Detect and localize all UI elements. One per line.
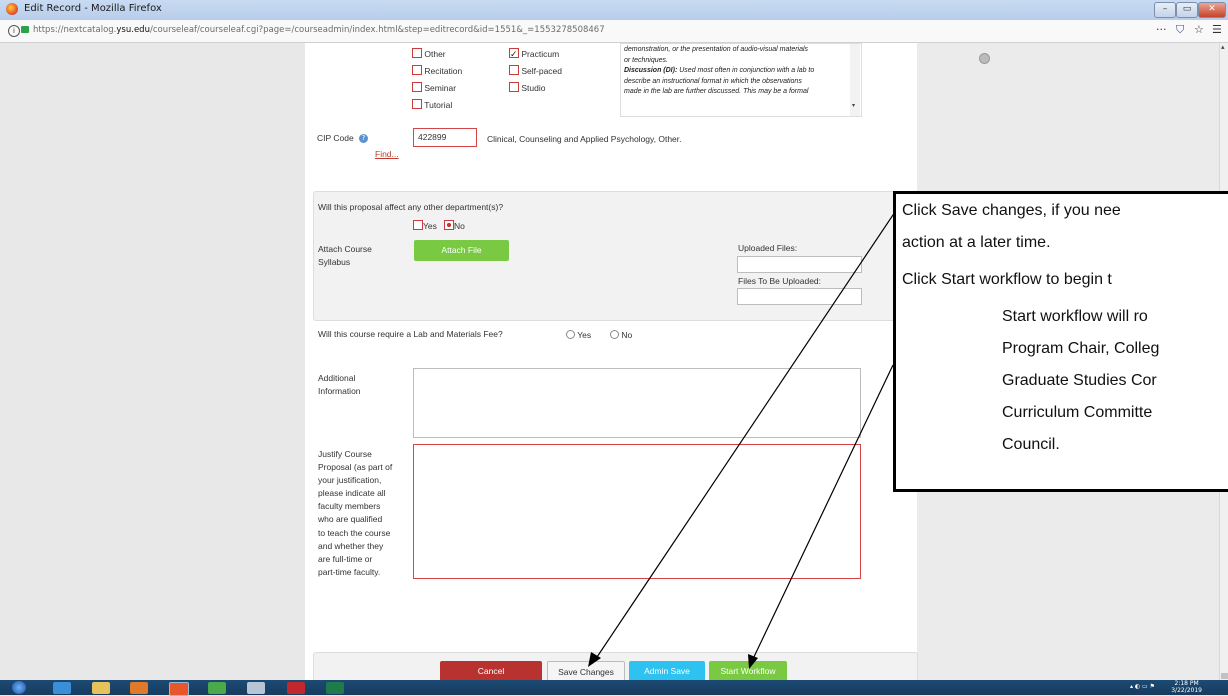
windows-taskbar: ▴ ◐ ▭ ⚑ 2:18 PM 3/22/2019 <box>0 680 1228 696</box>
arrow-line-save <box>594 196 906 661</box>
firefox-icon[interactable] <box>169 682 189 696</box>
arrow-line-workflow <box>751 364 894 662</box>
system-tray-icons[interactable]: ▴ ◐ ▭ ⚑ <box>1130 683 1155 690</box>
internet-explorer-icon[interactable] <box>53 682 71 694</box>
snipping-tool-icon[interactable] <box>247 682 265 694</box>
publisher-icon[interactable] <box>326 682 344 694</box>
arrowhead-workflow-icon <box>748 654 758 669</box>
acrobat-icon[interactable] <box>287 682 305 694</box>
file-explorer-icon[interactable] <box>92 682 110 694</box>
outlook-icon[interactable] <box>130 682 148 694</box>
annotation-callout: Click Save changes, if you nee action at… <box>893 191 1228 492</box>
start-button-icon[interactable] <box>12 681 26 694</box>
chrome-icon[interactable] <box>208 682 226 694</box>
system-clock[interactable]: 2:18 PM 3/22/2019 <box>1171 680 1202 694</box>
